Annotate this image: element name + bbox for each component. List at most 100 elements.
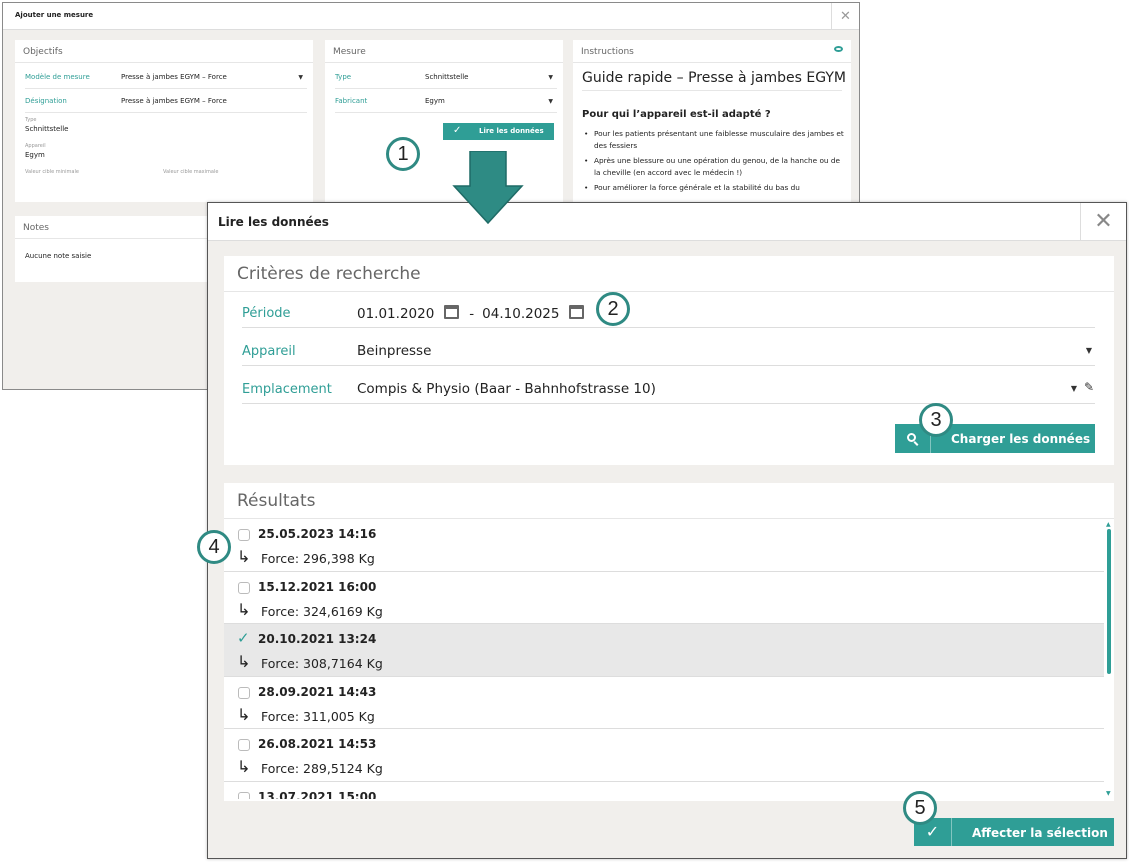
chevron-down-icon[interactable]: ▼ [1086,346,1092,355]
return-arrow-icon: ↳ [237,652,251,671]
scroll-down-icon[interactable]: ▼ [1106,790,1111,797]
list-item[interactable]: 13.07.2021 15:00 [224,782,1104,800]
measure-model-row[interactable]: Modèle de mesure Presse à jambes EGYM – … [25,73,305,85]
result-value: Force: 296,398 Kg [261,551,375,566]
assign-selection-label: Affecter la sélection [972,826,1108,840]
check-icon[interactable]: ✓ [237,629,250,647]
result-date: 28.09.2021 14:43 [258,684,377,699]
search-criteria-panel: Critères de recherche Période 01.01.2020… [224,256,1114,465]
checkbox[interactable] [238,791,250,799]
checkbox[interactable] [238,529,250,541]
measure-type-label: Type [335,73,352,81]
chevron-down-icon[interactable]: ▼ [1071,384,1077,393]
results-title: Résultats [237,491,316,511]
chevron-down-icon[interactable]: ▼ [548,74,553,81]
results-list: 25.05.2023 14:16 ↳ Force: 296,398 Kg 15.… [224,519,1104,799]
notes-title: Notes [23,223,49,233]
max-target-label: Valeur cible maximale [163,169,219,175]
result-value: Force: 311,005 Kg [261,708,375,724]
guide-list: Pour les patients présentant une faibles… [582,128,844,197]
dialog-titlebar: Lire les données ✕ [208,203,1126,241]
scroll-up-icon[interactable]: ▲ [1106,521,1111,528]
result-date: 15.12.2021 16:00 [258,579,377,594]
objectives-panel: Objectifs Modèle de mesure Presse à jamb… [15,40,313,202]
manufacturer-row[interactable]: Fabricant Egym ▼ [335,97,555,109]
guide-title: Guide rapide – Presse à jambes EGYM [582,70,846,86]
result-date: 13.07.2021 15:00 [258,789,377,800]
load-data-label: Charger les données [951,432,1091,446]
manufacturer-label: Fabricant [335,97,368,105]
result-date: 26.08.2021 14:53 [258,737,377,751]
checkbox[interactable] [238,686,250,699]
results-panel: Résultats 25.05.2023 14:16 ↳ Force: 296,… [224,483,1114,801]
list-item: Après une blessure ou une opération du g… [582,155,844,179]
result-value: Force: 324,6169 Kg [261,603,383,619]
return-arrow-icon: ↳ [237,704,251,724]
designation-label: Désignation [25,97,67,105]
objectives-title: Objectifs [23,47,63,57]
designation-row[interactable]: Désignation Presse à jambes EGYM – Force [25,97,305,109]
dialog-title: Lire les données [218,215,329,229]
designation-value: Presse à jambes EGYM – Force [121,97,227,105]
checkbox[interactable] [238,581,250,594]
step-badge-5: 5 [903,791,937,825]
dialog-title: Ajouter une mesure [15,11,94,19]
read-data-label: Lire les données [479,127,544,135]
chevron-down-icon[interactable]: ▼ [548,98,553,105]
notes-text: Aucune note saisie [25,252,92,260]
instructions-title: Instructions [581,47,634,57]
guide-subtitle: Pour qui l’appareil est-il adapté ? [582,109,771,120]
measure-model-label: Modèle de mesure [25,73,90,81]
device-select[interactable]: Beinpresse [357,343,431,359]
manufacturer-value: Egym [425,97,445,105]
step-badge-2: 2 [596,292,630,326]
notes-panel: Notes Aucune note saisie [15,216,215,282]
scrollbar[interactable]: ▲ ▼ [1104,519,1114,799]
list-item[interactable]: 15.12.2021 16:00 ↳ Force: 324,6169 Kg [224,572,1104,624]
step-badge-1: 1 [386,137,420,171]
list-item: Pour améliorer la force générale et la s… [582,182,844,194]
return-arrow-icon: ↳ [237,757,251,776]
close-icon[interactable]: ✕ [1080,203,1126,241]
step-badge-4: 4 [197,530,231,564]
read-data-dialog: Lire les données ✕ Critères de recherche… [207,202,1127,859]
list-item: Pour les patients présentant une faibles… [582,128,844,152]
date-to-input[interactable]: 04.10.2025 [482,306,559,322]
date-from-input[interactable]: 01.01.2020 [357,306,434,322]
list-item[interactable]: 25.05.2023 14:16 ↳ Force: 296,398 Kg [224,519,1104,572]
period-row: Période 01.01.2020 -04.10.2025 [242,292,1095,328]
close-icon[interactable]: ✕ [831,3,859,30]
location-label: Emplacement [242,382,332,397]
down-arrow-icon [452,151,524,225]
device-row[interactable]: Appareil Beinpresse ▼ [242,330,1095,366]
list-item[interactable]: 28.09.2021 14:43 ↳ Force: 311,005 Kg [224,677,1104,729]
list-item[interactable]: 26.08.2021 14:53 ↳ Force: 289,5124 Kg [224,729,1104,782]
check-icon: ✓ [453,125,462,136]
read-data-button[interactable]: ✓ Lire les données [443,123,554,140]
device-value: Egym [25,151,45,159]
measure-type-row[interactable]: Type Schnittstelle ▼ [335,73,555,85]
measure-model-value: Presse à jambes EGYM – Force [121,73,227,81]
return-arrow-icon: ↳ [237,599,251,619]
assign-selection-button[interactable]: ✓ Affecter la sélection [914,818,1114,846]
location-row[interactable]: Emplacement Compis & Physio (Baar - Bahn… [242,368,1095,404]
result-value: Force: 308,7164 Kg [261,656,383,671]
dialog-titlebar: Ajouter une mesure ✕ [3,3,859,30]
eye-icon[interactable] [834,46,843,52]
location-select[interactable]: Compis & Physio (Baar - Bahnhofstrasse 1… [357,381,656,397]
calendar-icon[interactable] [569,305,585,319]
result-date: 20.10.2021 13:24 [258,632,377,646]
checkbox[interactable] [238,739,250,751]
calendar-icon[interactable] [444,305,460,319]
date-separator: - [469,306,475,322]
return-arrow-icon: ↳ [237,547,251,566]
chevron-down-icon[interactable]: ▼ [298,74,303,81]
search-criteria-title: Critères de recherche [237,264,421,284]
type-label: Type [25,117,37,123]
scroll-thumb[interactable] [1107,529,1111,674]
period-label: Période [242,306,291,321]
list-item-selected[interactable]: ✓ 20.10.2021 13:24 ↳ Force: 308,7164 Kg [224,624,1104,677]
pencil-icon[interactable]: ✎ [1084,380,1094,394]
device-label: Appareil [25,143,46,149]
result-value: Force: 289,5124 Kg [261,761,383,776]
